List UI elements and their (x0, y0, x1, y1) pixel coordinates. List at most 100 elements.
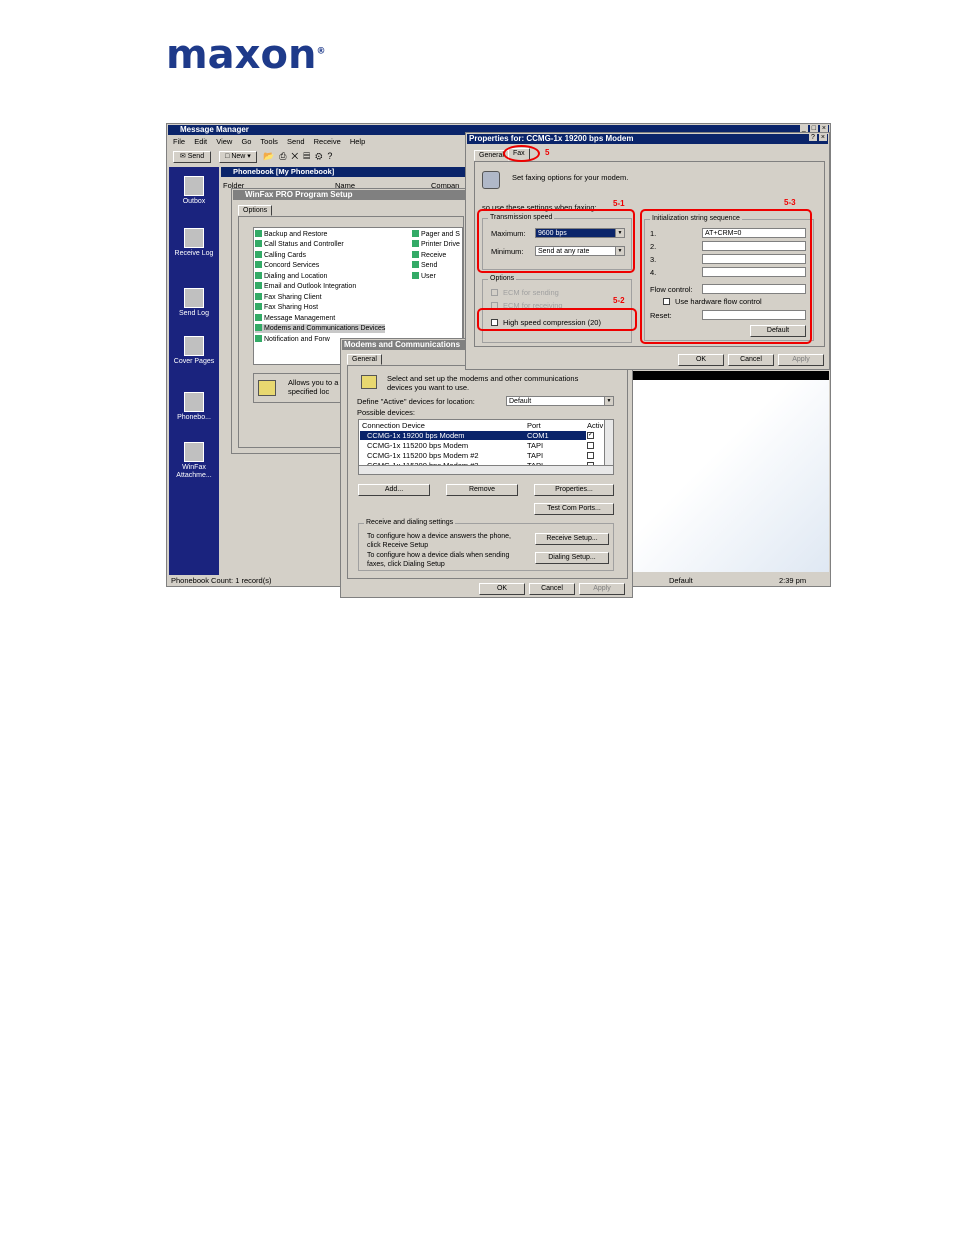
logo-registered-mark: ® (316, 46, 326, 57)
list-item-label: Dialing and Location (264, 273, 328, 280)
list-item[interactable]: Backup and Restore (255, 230, 327, 239)
ok-label: OK (695, 356, 707, 363)
properties-button[interactable]: Properties... (534, 484, 614, 496)
chevron-down-icon[interactable]: ▼ (604, 397, 613, 405)
toolbar-new-button[interactable]: □ New ▾ (219, 151, 257, 163)
properties-apply-button[interactable]: Apply (778, 354, 824, 366)
list-item[interactable]: Send (412, 261, 437, 270)
remove-button[interactable]: Remove (446, 484, 518, 496)
sidebar-item-winfax-attachments[interactable]: WinFax Attachme... (169, 442, 219, 480)
sidebar-label: Phonebo... (177, 414, 211, 421)
list-item[interactable]: Fax Sharing Client (255, 293, 322, 302)
apply-label: Apply (792, 356, 810, 363)
maximize-button[interactable]: □ (809, 125, 818, 132)
list-item[interactable]: Call Status and Controller (255, 240, 344, 249)
vertical-scrollbar[interactable] (604, 420, 613, 465)
sidebar-item-send-log[interactable]: Send Log (169, 288, 219, 318)
annotation-box-5-2 (477, 308, 637, 331)
menu-view[interactable]: View (216, 137, 232, 146)
window-controls: _ □ × (799, 125, 828, 132)
modems-cancel-button[interactable]: Cancel (529, 583, 575, 595)
col-active[interactable]: Activ (587, 421, 603, 430)
list-item[interactable]: Message Management (255, 314, 335, 323)
tab-options-label: Options (243, 207, 268, 214)
list-item[interactable]: Receive (412, 251, 446, 260)
properties-ok-button[interactable]: OK (678, 354, 724, 366)
horizontal-scrollbar[interactable] (359, 465, 613, 474)
status-time: 2:39 pm (779, 576, 807, 585)
list-item-modems-selected[interactable]: Modems and Communications Devices (255, 324, 386, 333)
send-log-icon (184, 288, 204, 308)
active-checkbox[interactable] (587, 452, 594, 459)
device-name[interactable]: CCMG-1x 115200 bps Modem #2 (367, 451, 479, 460)
col-port[interactable]: Port (527, 421, 541, 430)
menu-go[interactable]: Go (241, 137, 251, 146)
list-item-label: Receive (421, 252, 447, 259)
tools-icon[interactable]: ⚙ (315, 151, 327, 161)
sidebar-item-receive-log[interactable]: Receive Log (169, 228, 219, 258)
modems-apply-button[interactable]: Apply (579, 583, 625, 595)
add-button[interactable]: Add... (358, 484, 430, 496)
list-item[interactable]: Notification and Forw (255, 335, 330, 344)
minimize-button[interactable]: _ (799, 125, 808, 132)
properties-icon[interactable]: ▤ (303, 151, 315, 161)
toolbar-send-button[interactable]: ✉ Send (173, 151, 211, 163)
receive-icon (412, 251, 419, 258)
dialing-setup-button[interactable]: Dialing Setup... (535, 552, 609, 564)
message-view-area (633, 380, 829, 572)
tab-general-label: General (352, 356, 377, 363)
tab-general[interactable]: General (347, 354, 382, 365)
tab-options[interactable]: Options (238, 205, 273, 216)
dialing-icon (255, 272, 262, 279)
menu-file[interactable]: File (173, 137, 185, 146)
tab-general-label: General (479, 152, 504, 159)
close-button[interactable]: × (818, 134, 827, 141)
fax-host-icon (255, 303, 262, 310)
options-group-label: Options (488, 275, 517, 282)
sidebar-item-phonebook[interactable]: Phonebo... (169, 392, 219, 422)
list-item[interactable]: Concord Services (255, 261, 319, 270)
sidebar-item-outbox[interactable]: Outbox (169, 176, 219, 206)
menu-send[interactable]: Send (287, 137, 305, 146)
list-item[interactable]: Email and Outlook Integration (255, 282, 356, 291)
properties-cancel-button[interactable]: Cancel (728, 354, 774, 366)
print-icon[interactable]: ⎙ (279, 151, 291, 161)
cancel-label: Cancel (740, 356, 762, 363)
possible-label: Possible devices: (357, 408, 415, 417)
user-icon (412, 272, 419, 279)
modems-intro: Select and set up the modems and other c… (387, 374, 579, 392)
device-name: CCMG-1x 19200 bps Modem (367, 431, 465, 440)
list-item[interactable]: Fax Sharing Host (255, 303, 318, 312)
define-label: Define "Active" devices for location: (357, 397, 475, 406)
delete-icon[interactable]: ✕ (291, 151, 303, 161)
help-button[interactable]: ? (809, 134, 817, 141)
list-item[interactable]: Pager and S (412, 230, 460, 239)
toolbar-icons: 📂⎙✕▤⚙? (263, 152, 337, 161)
menu-receive[interactable]: Receive (314, 137, 341, 146)
active-checkbox-checked[interactable]: ✓ (587, 432, 594, 439)
ok-label: OK (496, 585, 508, 592)
device-name[interactable]: CCMG-1x 115200 bps Modem (367, 441, 468, 450)
sidebar-label: WinFax Attachme... (176, 464, 212, 479)
list-item[interactable]: User (412, 272, 436, 281)
location-select[interactable]: Default ▼ (506, 396, 614, 406)
open-folder-icon[interactable]: 📂 (263, 151, 279, 161)
pager-icon (412, 230, 419, 237)
col-connection-device[interactable]: Connection Device (362, 421, 425, 430)
menu-help[interactable]: Help (350, 137, 365, 146)
list-item[interactable]: Dialing and Location (255, 272, 327, 281)
menu-edit[interactable]: Edit (194, 137, 207, 146)
receive-setup-button[interactable]: Receive Setup... (535, 533, 609, 545)
close-button[interactable]: × (819, 125, 828, 132)
list-item[interactable]: Printer Drive (412, 240, 460, 249)
active-checkbox[interactable] (587, 442, 594, 449)
help-icon[interactable]: ? (327, 151, 337, 161)
modems-icon (255, 324, 262, 331)
sidebar-item-cover-pages[interactable]: Cover Pages (169, 336, 219, 366)
properties-titlebar: Properties for: CCMG-1x 19200 bps Modem (467, 134, 828, 144)
menu-tools[interactable]: Tools (260, 137, 278, 146)
list-item[interactable]: Calling Cards (255, 251, 306, 260)
send-icon: ✉ (179, 153, 186, 160)
test-com-ports-button[interactable]: Test Com Ports... (534, 503, 614, 515)
modems-ok-button[interactable]: OK (479, 583, 525, 595)
